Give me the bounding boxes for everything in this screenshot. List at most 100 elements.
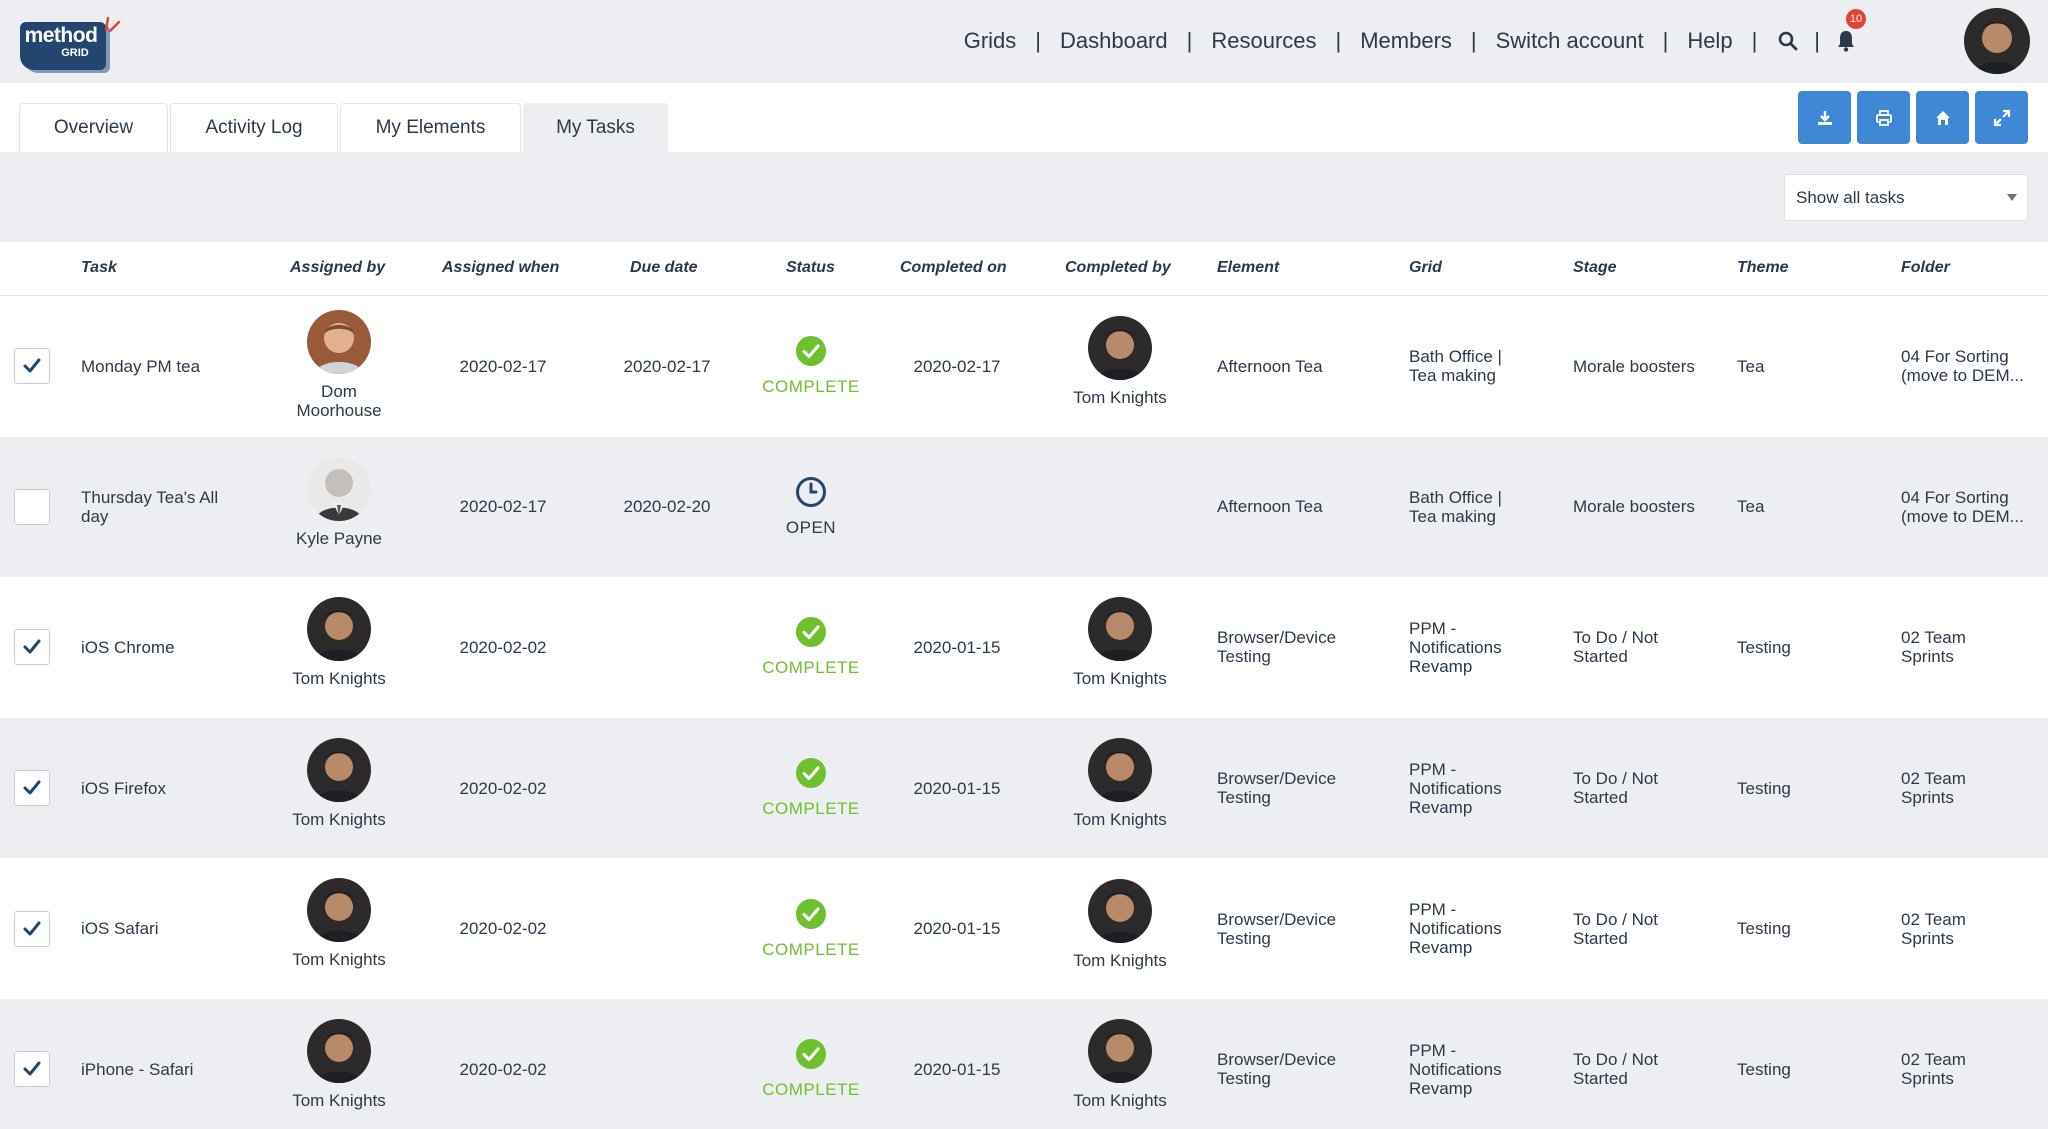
col-theme[interactable]: Theme xyxy=(1737,259,1789,277)
row-checkbox[interactable] xyxy=(14,348,50,385)
logo-word: method xyxy=(24,24,98,47)
element-name[interactable]: Browser/Device Testing xyxy=(1217,1050,1336,1088)
col-assigned-when[interactable]: Assigned when xyxy=(442,259,559,277)
row-checkbox[interactable] xyxy=(14,488,50,525)
expand-button[interactable] xyxy=(1975,91,2028,144)
cell-line: Browser/Device xyxy=(1217,909,1337,929)
tab-my-tasks[interactable]: My Tasks xyxy=(523,103,668,152)
cell-line: To Do / Not xyxy=(1573,628,1659,648)
cell-line: Tea making xyxy=(1409,366,1496,386)
row-checkbox[interactable] xyxy=(14,629,50,666)
task-filter-select[interactable]: Show all tasks xyxy=(1784,174,2028,221)
nav-dashboard[interactable]: Dashboard xyxy=(1060,28,1168,54)
nav-help[interactable]: Help xyxy=(1687,28,1732,54)
col-task[interactable]: Task xyxy=(81,259,117,277)
cell-line: (move to DEM... xyxy=(1901,506,2024,526)
search-icon[interactable] xyxy=(1776,29,1800,53)
status-label: COMPLETE xyxy=(762,658,860,678)
col-element[interactable]: Element xyxy=(1217,259,1279,277)
element-name[interactable]: Browser/Device Testing xyxy=(1217,910,1336,948)
table-row[interactable]: iOS Firefox Tom Knights 2020-02-02 COMPLETE… xyxy=(0,717,2048,859)
user-avatar[interactable] xyxy=(1964,8,2030,74)
grid-name[interactable]: PPM - Notifications Revamp xyxy=(1409,619,1502,676)
status-label: COMPLETE xyxy=(762,1080,860,1100)
cell-line: Revamp xyxy=(1409,938,1473,958)
element-name[interactable]: Afternoon Tea xyxy=(1217,357,1323,376)
row-checkbox[interactable] xyxy=(14,770,50,807)
cell-line: Tom Knights xyxy=(292,1090,386,1110)
nav-grids[interactable]: Grids xyxy=(964,28,1017,54)
grid-name[interactable]: PPM - Notifications Revamp xyxy=(1409,1041,1502,1098)
check-icon xyxy=(23,639,41,654)
home-button[interactable] xyxy=(1916,91,1969,144)
nav-resources[interactable]: Resources xyxy=(1211,28,1316,54)
print-button[interactable] xyxy=(1857,91,1910,144)
theme-name: Testing xyxy=(1737,919,1791,939)
check-icon xyxy=(23,921,41,936)
element-name[interactable]: Afternoon Tea xyxy=(1217,497,1323,516)
col-completed-by[interactable]: Completed by xyxy=(1065,259,1171,277)
completed-by-avatar xyxy=(1088,878,1152,943)
element-name[interactable]: Browser/Device Testing xyxy=(1217,628,1336,666)
nav-switch-account[interactable]: Switch account xyxy=(1496,28,1644,54)
completed-by-name: Tom Knights xyxy=(1073,1091,1167,1111)
task-name[interactable]: iOS Firefox xyxy=(81,779,166,798)
element-name[interactable]: Browser/Device Testing xyxy=(1217,769,1336,807)
cell-line: Tom Knights xyxy=(292,950,386,970)
theme-name: Tea xyxy=(1737,497,1765,517)
grid-name[interactable]: Bath Office | Tea making xyxy=(1409,347,1502,385)
theme-name: Testing xyxy=(1737,637,1791,657)
expand-icon xyxy=(1993,109,2010,126)
bell-icon[interactable]: 10 xyxy=(1834,9,1866,53)
task-name[interactable]: iOS Chrome xyxy=(81,638,175,657)
grid-name[interactable]: PPM - Notifications Revamp xyxy=(1409,900,1502,957)
col-status[interactable]: Status xyxy=(786,259,835,277)
table-row[interactable]: iOS Safari Tom Knights 2020-02-02 COMPLETE 2… xyxy=(0,858,2048,999)
cell-line: Bath Office | xyxy=(1409,487,1502,507)
task-name[interactable]: iPhone - Safari xyxy=(81,1060,193,1079)
table-row[interactable]: Monday PM tea Dom Moorhouse 2020-02-17 2020-… xyxy=(0,296,2048,437)
theme-name: Testing xyxy=(1737,1059,1791,1079)
completed-by-name: Tom Knights xyxy=(1073,810,1167,830)
col-stage[interactable]: Stage xyxy=(1573,259,1617,277)
cell-line: Moorhouse xyxy=(296,401,382,420)
grid-name[interactable]: PPM - Notifications Revamp xyxy=(1409,760,1502,817)
completed-by-avatar xyxy=(1088,1019,1152,1084)
assigned-by-name: Tom Knights xyxy=(259,669,419,688)
col-grid[interactable]: Grid xyxy=(1409,259,1442,277)
task-name[interactable]: Thursday Tea's All day xyxy=(81,488,218,526)
table-row[interactable]: iPhone - Safari Tom Knights 2020-02-02 COMP… xyxy=(0,998,2048,1129)
tab-activity-log[interactable]: Activity Log xyxy=(170,103,338,152)
col-due-date[interactable]: Due date xyxy=(630,259,698,277)
assigned-when: 2020-02-17 xyxy=(459,497,547,517)
col-folder[interactable]: Folder xyxy=(1901,259,1950,277)
complete-check-icon xyxy=(795,335,827,367)
check-icon xyxy=(23,1061,41,1076)
due-date: 2020-02-20 xyxy=(623,497,711,517)
completed-by-name: Tom Knights xyxy=(1073,669,1167,689)
cell-line: To Do / Not xyxy=(1573,909,1659,929)
tab-my-elements[interactable]: My Elements xyxy=(340,103,521,152)
cell-line: Notifications xyxy=(1409,778,1502,798)
cell-line: Morale boosters xyxy=(1573,356,1695,376)
task-name[interactable]: Monday PM tea xyxy=(81,357,200,376)
cell-line: iOS Safari xyxy=(81,919,159,939)
theme-name: Tea xyxy=(1737,356,1765,376)
cell-line: Bath Office | xyxy=(1409,347,1502,367)
col-completed-on[interactable]: Completed on xyxy=(900,259,1007,277)
col-assigned-by[interactable]: Assigned by xyxy=(290,259,385,277)
download-button[interactable] xyxy=(1798,91,1851,144)
tab-overview[interactable]: Overview xyxy=(19,103,168,152)
method-grid-logo[interactable]: method GRID xyxy=(18,14,121,72)
table-row[interactable]: Thursday Tea's All day Kyle Payne 2020-02-1… xyxy=(0,436,2048,578)
task-name[interactable]: iOS Safari xyxy=(81,919,158,938)
row-checkbox[interactable] xyxy=(14,910,50,947)
stage-name: Morale boosters xyxy=(1573,357,1695,376)
nav-members[interactable]: Members xyxy=(1360,28,1452,54)
table-row[interactable]: iOS Chrome Tom Knights 2020-02-02 COMPLETE 2… xyxy=(0,577,2048,718)
cell-line: 04 For Sorting xyxy=(1901,347,2009,367)
cell-line: Revamp xyxy=(1409,1078,1473,1098)
cell-line: To Do / Not xyxy=(1573,1050,1659,1070)
row-checkbox[interactable] xyxy=(14,1051,50,1088)
grid-name[interactable]: Bath Office | Tea making xyxy=(1409,488,1502,526)
